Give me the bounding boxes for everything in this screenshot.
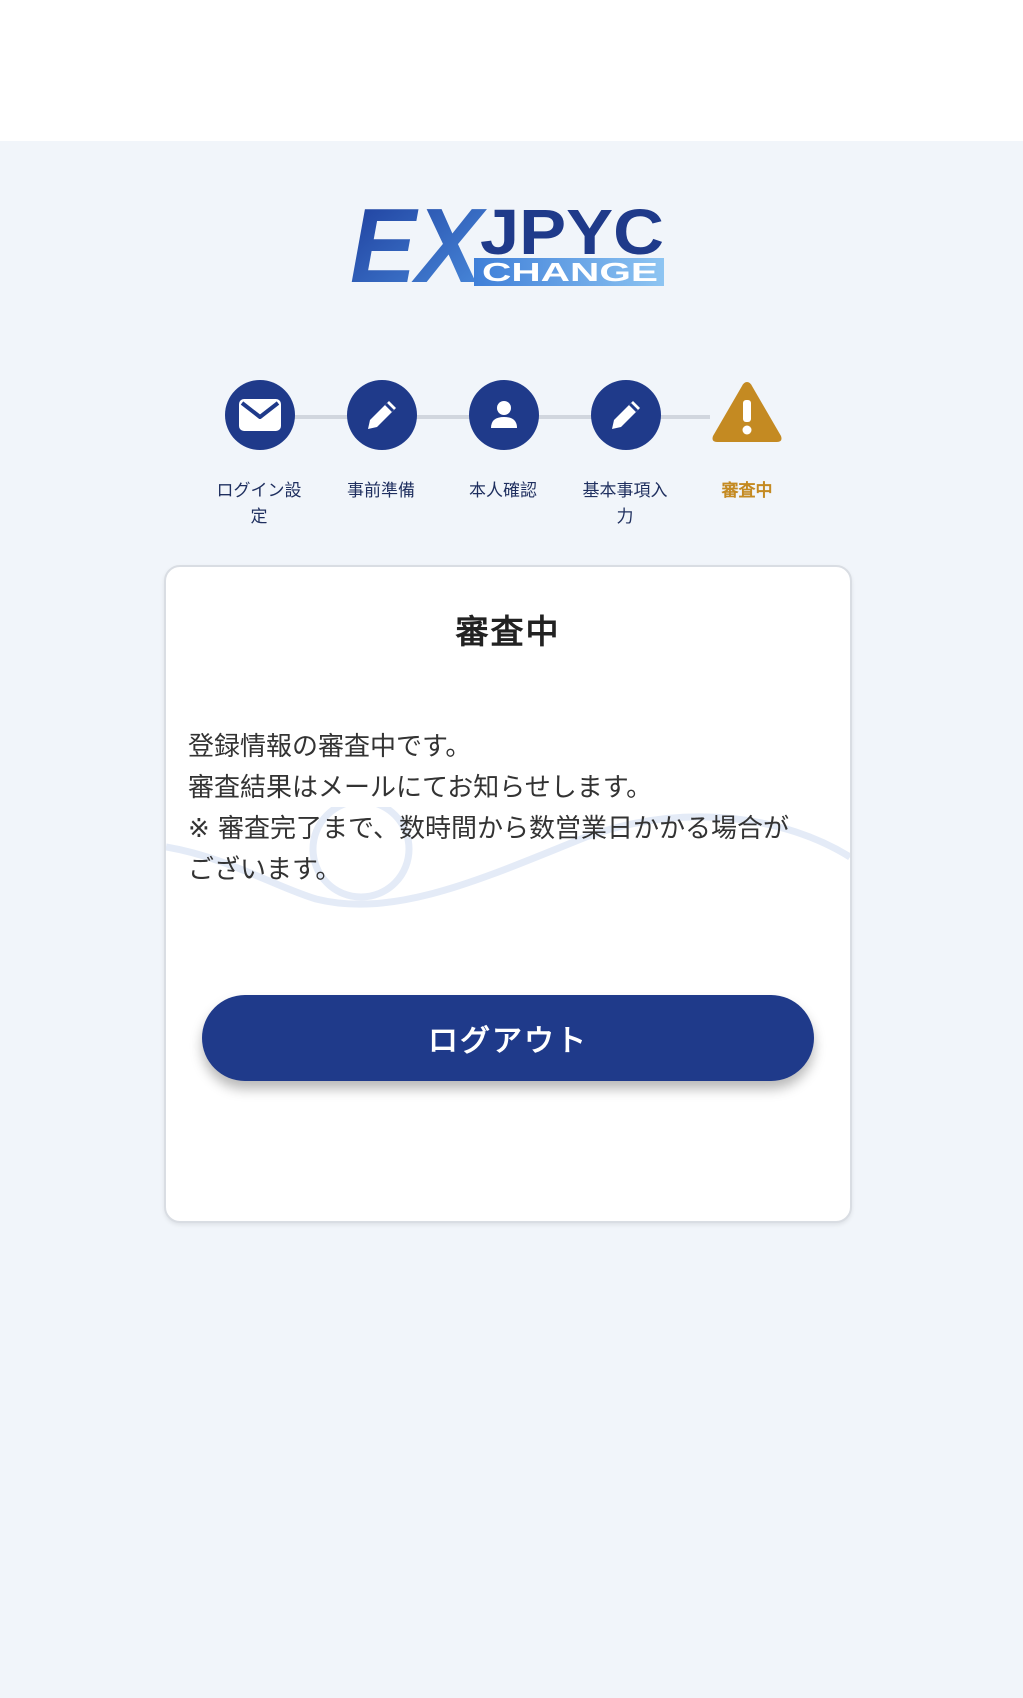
message-line: 審査結果はメールにてお知らせします。 (188, 773, 653, 803)
registration-stepper: ログイン設 定 事前準備 本人確認 基本事項入 力 審査中 (200, 378, 800, 538)
logo-ex-text: EX (350, 198, 487, 288)
step-1-circle (225, 380, 295, 450)
review-message: 登録情報の審査中です。 審査結果はメールにてお知らせします。 ※ 審査完了まで、… (188, 727, 828, 891)
mail-icon (239, 399, 281, 431)
message-line: 登録情報の審査中です。 (188, 732, 472, 762)
exjpyc-change-logo: EX JPYC CHANGE (350, 198, 664, 288)
person-icon (491, 401, 517, 428)
pencil-icon (612, 401, 640, 429)
message-line: ※ 審査完了まで、数時間から数営業日かかる場合が (188, 814, 790, 844)
message-line: ございます。 (188, 855, 342, 885)
step-2-circle (347, 380, 417, 450)
top-blank-area (0, 0, 1023, 141)
review-status-card: 審査中 登録情報の審査中です。 審査結果はメールにてお知らせします。 ※ 審査完… (164, 565, 852, 1223)
step-3-label: 本人確認 (469, 481, 537, 501)
step-4-label: 基本事項入 力 (582, 481, 668, 527)
pencil-icon (368, 401, 396, 429)
card-title: 審査中 (455, 612, 561, 651)
step-5-label: 審査中 (721, 481, 773, 501)
logo-change-text: CHANGE (482, 257, 658, 287)
logout-button[interactable]: ログアウト (202, 995, 814, 1081)
warning-icon (712, 382, 782, 442)
step-1-label: ログイン設 定 (216, 481, 302, 527)
step-4-circle (591, 380, 661, 450)
step-3-circle (469, 380, 539, 450)
step-2-label: 事前準備 (347, 481, 415, 501)
